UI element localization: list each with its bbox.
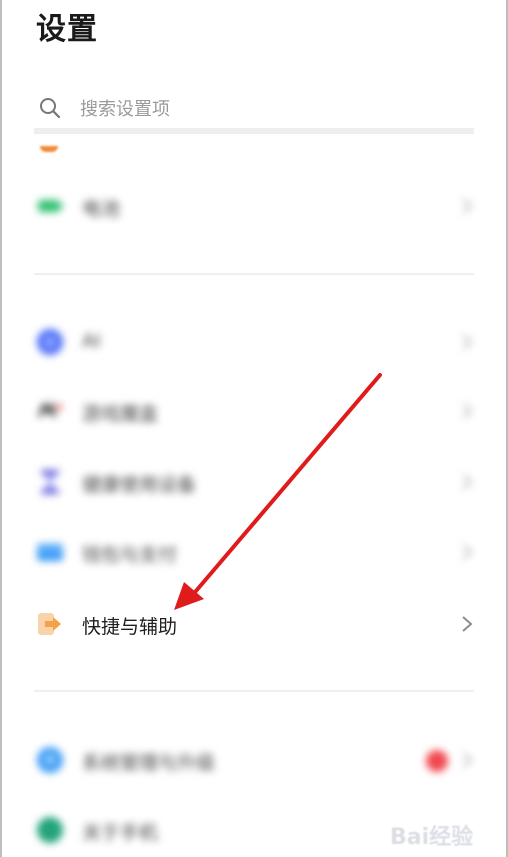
about-phone-icon [37, 817, 63, 843]
settings-item-label: 健康使用设备 [82, 474, 197, 496]
shortcut-icon [38, 613, 61, 635]
wallet-icon [37, 544, 63, 561]
search-icon [40, 98, 61, 119]
chevron-right-icon [462, 752, 473, 768]
section-divider [34, 273, 474, 275]
settings-item-health-usage[interactable]: 健康使用设备 [34, 460, 474, 504]
notification-badge [426, 750, 448, 772]
settings-item-label: 钱包与支付 [82, 544, 178, 566]
chevron-right-icon [462, 616, 473, 632]
chevron-right-icon [462, 334, 473, 350]
settings-item-ai[interactable]: AI [34, 320, 474, 364]
baidu-jingyan-watermark: Bai经验 [382, 805, 502, 853]
ai-icon [37, 329, 63, 355]
settings-item-wallet[interactable]: 钱包与支付 [34, 530, 474, 574]
page-title: 设置 [36, 12, 98, 47]
settings-item-label: 游戏魔盒 [82, 403, 159, 425]
chevron-right-icon [462, 198, 473, 214]
frame-left-edge [0, 0, 2, 857]
search-bar[interactable] [34, 84, 474, 134]
settings-item-shortcuts-accessibility[interactable]: 快捷与辅助 [34, 602, 474, 646]
search-input[interactable] [80, 96, 440, 122]
chevron-right-icon [462, 474, 473, 490]
settings-item-label: 系统管理与升级 [82, 752, 216, 774]
watermark-text: Bai经验 [390, 825, 474, 850]
game-icon [37, 400, 62, 418]
section-divider [34, 690, 474, 692]
system-update-icon [37, 747, 63, 773]
partial-item-icon [40, 146, 58, 152]
settings-item-label: 关于手机 [82, 822, 159, 844]
battery-icon [38, 200, 63, 212]
chevron-right-icon [462, 403, 473, 419]
settings-item-label: 电池 [82, 198, 121, 220]
settings-item-battery[interactable]: 电池 [34, 184, 474, 228]
chevron-right-icon [462, 544, 473, 560]
settings-item-system-update[interactable]: 系统管理与升级 [34, 738, 474, 782]
settings-item-game[interactable]: 游戏魔盒 [34, 389, 474, 433]
hourglass-icon [41, 470, 59, 494]
settings-item-label: 快捷与辅助 [82, 616, 178, 638]
settings-item-label: AI [82, 330, 101, 352]
